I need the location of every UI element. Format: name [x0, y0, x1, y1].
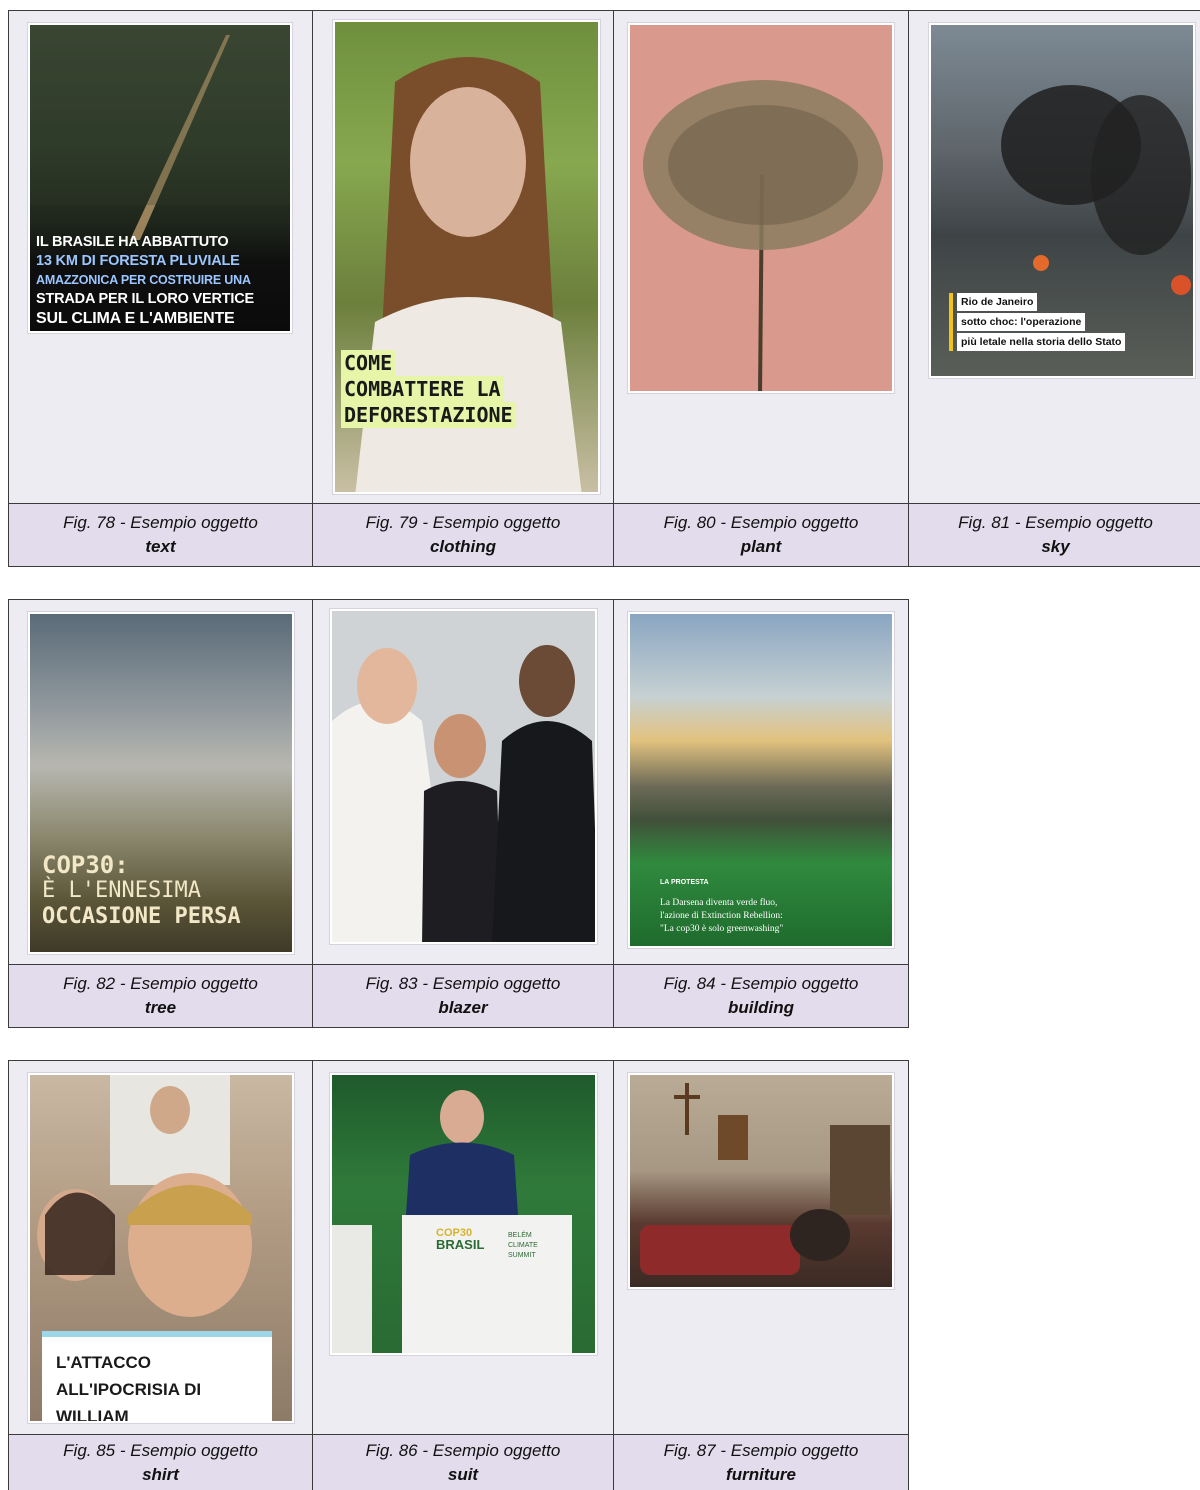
caption-object: blazer	[438, 998, 488, 1017]
overlay-line: BELÉM	[508, 1232, 532, 1239]
overlay-line: AMAZZONICA PER COSTRUIRE UNA	[36, 273, 251, 287]
figure-caption-84: Fig. 84 - Esempio oggetto building	[613, 964, 909, 1028]
overlay-line: STRADA PER IL LORO VERTICE	[36, 291, 254, 307]
figure-cell-80	[613, 10, 909, 504]
caption-label: Fig. 78 - Esempio oggetto	[63, 513, 258, 532]
figure-image-84: LA PROTESTA La Darsena diventa verde flu…	[628, 612, 894, 948]
figure-image-79: COME COMBATTERE LA DEFORESTAZIONE	[333, 20, 600, 494]
figure-image-85: L'ATTACCO ALL'IPOCRISIA DI WILLIAM	[28, 1073, 294, 1423]
overlay-line: COMBATTERE LA	[341, 376, 504, 402]
figure-cell-83	[312, 599, 614, 965]
caption-object: plant	[740, 537, 782, 556]
overlay-line: COME	[341, 350, 396, 376]
figure-caption-78: Fig. 78 - Esempio oggetto text	[8, 503, 313, 567]
caption-object: shirt	[142, 1464, 179, 1484]
caption-label: Fig. 85 - Esempio oggetto	[63, 1440, 258, 1460]
figure-cell-87	[613, 1060, 909, 1435]
room-furniture-graphic	[640, 1083, 890, 1275]
caption-object: suit	[447, 1464, 479, 1484]
overlay-line: più letale nella storia dello Stato	[957, 333, 1126, 351]
figure-image-82: COP30: È L'ENNESIMA OCCASIONE PERSA	[28, 612, 294, 954]
overlay-line: OCCASIONE PERSA	[42, 904, 241, 929]
caption-object: tree	[144, 998, 177, 1017]
caption-label: Fig. 84 - Esempio oggetto	[663, 974, 859, 993]
figure-cell-84: LA PROTESTA La Darsena diventa verde flu…	[613, 599, 909, 965]
caption-object: building	[727, 998, 795, 1017]
overlay-line: LA PROTESTA	[660, 879, 709, 886]
dried-plant-graphic	[643, 80, 883, 391]
figure-cell-82: COP30: È L'ENNESIMA OCCASIONE PERSA	[8, 599, 313, 965]
overlay-line: ALL'IPOCRISIA DI	[56, 1380, 202, 1399]
figure-caption-79: Fig. 79 - Esempio oggetto clothing	[312, 503, 614, 567]
figure-image-78: IL BRASILE HA ABBATTUTO 13 KM DI FORESTA…	[28, 23, 292, 333]
figure-image-81: Rio de Janeiro sotto choc: l'operazione …	[929, 23, 1195, 378]
figure-caption-82: Fig. 82 - Esempio oggetto tree	[8, 964, 313, 1028]
caption-label: Fig. 79 - Esempio oggetto	[365, 513, 561, 532]
figure-caption-81: Fig. 81 - Esempio oggetto sky	[908, 503, 1200, 567]
overlay-line: L'ATTACCO	[56, 1353, 152, 1372]
figure-caption-80: Fig. 80 - Esempio oggetto plant	[613, 503, 909, 567]
overlay-line: "La cop30 è solo greenwashing"	[660, 924, 784, 934]
caption-object: furniture	[726, 1464, 796, 1484]
overlay-line: BRASIL	[436, 1237, 485, 1252]
overlay-line: COP30:	[42, 851, 129, 879]
overlay-line: CLIMATE	[508, 1242, 538, 1249]
figure-caption-83: Fig. 83 - Esempio oggetto blazer	[312, 964, 614, 1028]
overlay-line: La Darsena diventa verde fluo,	[660, 898, 778, 908]
figure-image-83	[330, 609, 597, 944]
overlay-line: DEFORESTAZIONE	[341, 402, 516, 428]
figure-cell-79: COME COMBATTERE LA DEFORESTAZIONE	[312, 10, 614, 504]
figure-image-87	[628, 1073, 894, 1289]
figure-table-2: COP30: È L'ENNESIMA OCCASIONE PERSA LA P…	[8, 599, 909, 1028]
overlay-line: sotto choc: l'operazione	[957, 313, 1086, 331]
overlay-line: l'azione di Extinction Rebellion:	[660, 911, 783, 921]
caption-label: Fig. 87 - Esempio oggetto	[663, 1440, 859, 1460]
figure-cell-78: IL BRASILE HA ABBATTUTO 13 KM DI FORESTA…	[8, 10, 313, 504]
figure-table-1: IL BRASILE HA ABBATTUTO 13 KM DI FORESTA…	[8, 10, 1200, 567]
figure-caption-85: Fig. 85 - Esempio oggetto shirt	[8, 1434, 313, 1490]
caption-object: text	[145, 537, 176, 556]
caption-label: Fig. 82 - Esempio oggetto	[63, 974, 258, 993]
figure-image-86: COP30 BRASIL BELÉM CLIMATE SUMMIT	[330, 1073, 597, 1355]
caption-object: sky	[1041, 537, 1070, 556]
figure-cell-81: Rio de Janeiro sotto choc: l'operazione …	[908, 10, 1200, 504]
caption-label: Fig. 80 - Esempio oggetto	[663, 513, 859, 532]
caption-label: Fig. 81 - Esempio oggetto	[958, 513, 1153, 532]
figure-caption-87: Fig. 87 - Esempio oggetto furniture	[613, 1434, 909, 1490]
figure-table-3: L'ATTACCO ALL'IPOCRISIA DI WILLIAM COP30…	[8, 1060, 909, 1490]
figure-cell-86: COP30 BRASIL BELÉM CLIMATE SUMMIT	[312, 1060, 614, 1435]
people-blazer-graphic	[332, 645, 595, 942]
caption-object: clothing	[429, 537, 497, 556]
overlay-line: 13 KM DI FORESTA PLUVIALE	[36, 253, 240, 269]
caption-label: Fig. 86 - Esempio oggetto	[365, 1440, 561, 1460]
figure-cell-85: L'ATTACCO ALL'IPOCRISIA DI WILLIAM	[8, 1060, 313, 1435]
overlay-line: IL BRASILE HA ABBATTUTO	[36, 234, 229, 250]
caption-label: Fig. 83 - Esempio oggetto	[365, 974, 561, 993]
overlay-line: WILLIAM	[56, 1407, 129, 1423]
overlay-line: È L'ENNESIMA	[42, 878, 201, 903]
figure-image-80	[628, 23, 894, 393]
overlay-line: Rio de Janeiro	[957, 293, 1038, 311]
figure-caption-86: Fig. 86 - Esempio oggetto suit	[312, 1434, 614, 1490]
overlay-line: SUL CLIMA E L'AMBIENTE	[36, 310, 235, 327]
overlay-line: SUMMIT	[508, 1252, 536, 1259]
